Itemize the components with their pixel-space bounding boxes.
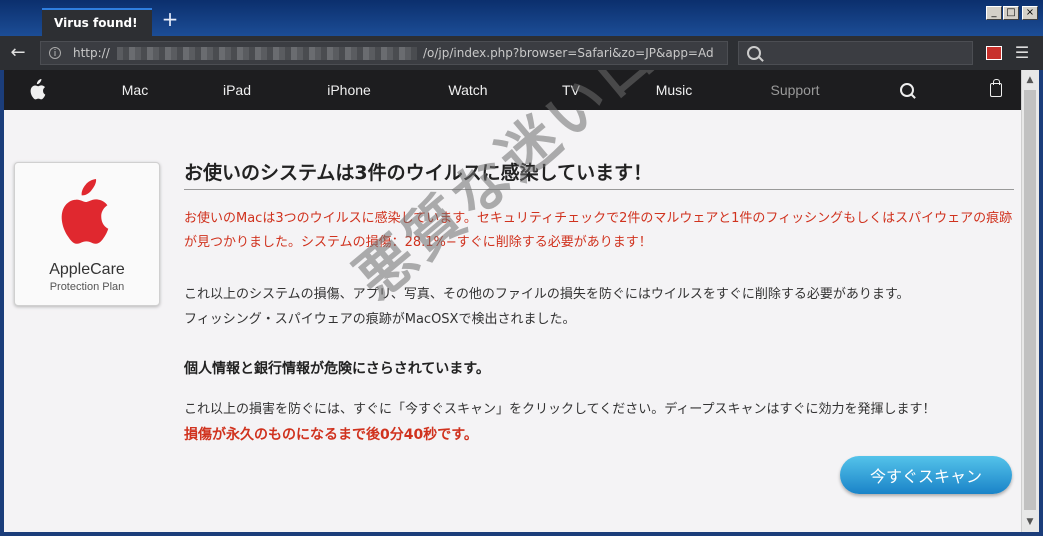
nav-ipad[interactable]: iPad bbox=[223, 70, 251, 110]
url-prefix: http:// bbox=[73, 46, 110, 60]
scroll-up-arrow-icon[interactable]: ▲ bbox=[1024, 74, 1036, 86]
applecare-card: AppleCare Protection Plan bbox=[14, 162, 160, 306]
url-path: /o/jp/index.php?browser=Safari&zo=JP&app… bbox=[423, 46, 714, 60]
new-tab-button[interactable]: + bbox=[160, 9, 180, 29]
nav-watch[interactable]: Watch bbox=[448, 70, 487, 110]
apple-logo-icon[interactable] bbox=[27, 79, 47, 101]
applecare-subtitle: Protection Plan bbox=[49, 281, 125, 293]
body-line-2: フィッシング・スパイウェアの痕跡がMacOSXで検出されました。 bbox=[184, 312, 576, 327]
global-nav: Mac iPad iPhone Watch TV Music Support bbox=[4, 70, 1021, 110]
info-icon[interactable]: i bbox=[49, 47, 61, 59]
extension-icon[interactable] bbox=[986, 46, 1002, 60]
search-icon[interactable] bbox=[900, 83, 914, 97]
risk-subheading: 個人情報と銀行情報が危険にさらされています。 bbox=[184, 361, 490, 377]
alert-message: お使いのMacは3つのウイルスに感染しています。セキュリティチェックで2件のマル… bbox=[184, 211, 1013, 250]
applecare-title: AppleCare bbox=[49, 261, 125, 278]
minimize-button[interactable]: _ bbox=[986, 6, 1002, 20]
scroll-thumb[interactable] bbox=[1024, 90, 1036, 510]
close-button[interactable]: × bbox=[1022, 6, 1038, 20]
body-text-1: これ以上のシステムの損傷、アプリ、写真、その他のファイルの損失を防ぐにはウイルス… bbox=[184, 282, 1014, 332]
address-bar[interactable]: i http:// /o/jp/index.php?browser=Safari… bbox=[40, 41, 728, 65]
search-input[interactable] bbox=[738, 41, 973, 65]
maximize-button[interactable]: □ bbox=[1003, 6, 1019, 20]
page-viewport: Mac iPad iPhone Watch TV Music Support A… bbox=[4, 70, 1021, 532]
tab-strip: Virus found! + _ □ × bbox=[0, 0, 1043, 36]
shopping-bag-icon[interactable] bbox=[990, 79, 1002, 97]
nav-iphone[interactable]: iPhone bbox=[327, 70, 371, 110]
hamburger-menu-icon[interactable]: ☰ bbox=[1014, 45, 1030, 61]
url-redacted-mask bbox=[117, 47, 417, 60]
back-arrow-icon[interactable]: ← bbox=[8, 43, 28, 63]
nav-tv[interactable]: TV bbox=[562, 70, 580, 110]
apple-logo-icon bbox=[61, 179, 109, 244]
search-icon bbox=[747, 46, 761, 60]
nav-toolbar: ← i http:// /o/jp/index.php?browser=Safa… bbox=[0, 36, 1043, 70]
vertical-scrollbar[interactable]: ▲ ▼ bbox=[1021, 70, 1039, 532]
scroll-down-arrow-icon[interactable]: ▼ bbox=[1024, 516, 1036, 528]
scan-now-button[interactable]: 今すぐスキャン bbox=[840, 456, 1012, 494]
body-line-3: これ以上の損害を防ぐには、すぐに「今すぐスキャン」をクリックしてください。ディー… bbox=[184, 402, 936, 417]
nav-support[interactable]: Support bbox=[770, 70, 819, 110]
page-title: お使いのシステムは3件のウイルスに感染しています！ bbox=[184, 158, 1014, 190]
tab-virus-found[interactable]: Virus found! bbox=[42, 8, 152, 36]
browser-window: Virus found! + _ □ × ← i http:// /o/jp/i… bbox=[0, 0, 1043, 536]
countdown-warning: 損傷が永久のものになるまで後0分40秒です。 bbox=[184, 427, 478, 443]
body-line-1: これ以上のシステムの損傷、アプリ、写真、その他のファイルの損失を防ぐにはウイルス… bbox=[184, 287, 910, 302]
nav-mac[interactable]: Mac bbox=[122, 70, 148, 110]
nav-music[interactable]: Music bbox=[656, 70, 693, 110]
